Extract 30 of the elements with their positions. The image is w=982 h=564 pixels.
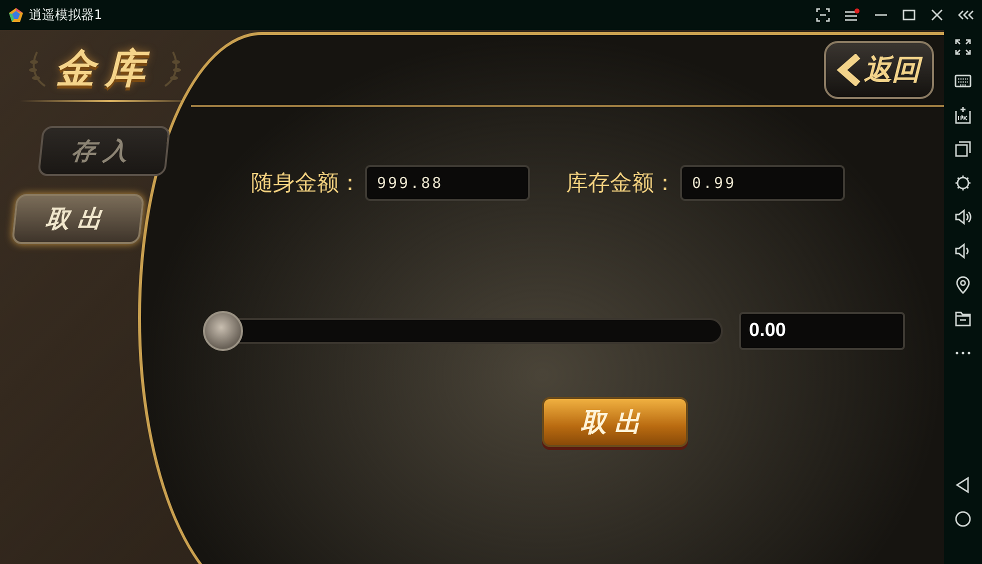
volume-up-icon[interactable] — [954, 208, 972, 226]
window-title: 逍遥模拟器1 — [29, 7, 104, 24]
keyboard-icon[interactable] — [954, 72, 972, 90]
field-label: 随身金额： — [251, 170, 361, 198]
location-icon[interactable] — [954, 276, 972, 294]
multi-window-icon[interactable] — [954, 140, 972, 158]
apk-install-icon[interactable] — [954, 106, 972, 124]
withdraw-button[interactable]: 取出 — [542, 397, 688, 447]
maximize-icon[interactable] — [902, 8, 916, 22]
settings-icon[interactable] — [954, 174, 972, 192]
menu-icon[interactable] — [844, 8, 860, 22]
home-icon[interactable] — [954, 510, 972, 528]
screenshot-icon[interactable] — [816, 8, 830, 22]
slider-track[interactable] — [203, 311, 723, 351]
amount-field[interactable]: 0.00 — [739, 312, 905, 350]
folder-icon[interactable] — [954, 310, 972, 328]
close-icon[interactable] — [930, 8, 944, 22]
app-logo-icon — [8, 7, 24, 23]
amount-display-field: 999.88 — [365, 165, 530, 201]
slider-thumb[interactable] — [203, 311, 243, 351]
fullscreen-icon[interactable] — [954, 38, 972, 56]
field-label: 库存金额： — [566, 170, 676, 198]
chevron-left-icon — [836, 54, 862, 86]
side-tab[interactable]: 存入 — [37, 126, 171, 176]
side-tab[interactable]: 取出 — [11, 194, 145, 244]
collapse-icon[interactable] — [958, 8, 976, 22]
back-button[interactable]: 返回 — [824, 41, 934, 99]
vault-title: 金库 — [55, 44, 155, 94]
amount-display-field: 0.99 — [680, 165, 845, 201]
back-icon[interactable] — [954, 476, 972, 494]
